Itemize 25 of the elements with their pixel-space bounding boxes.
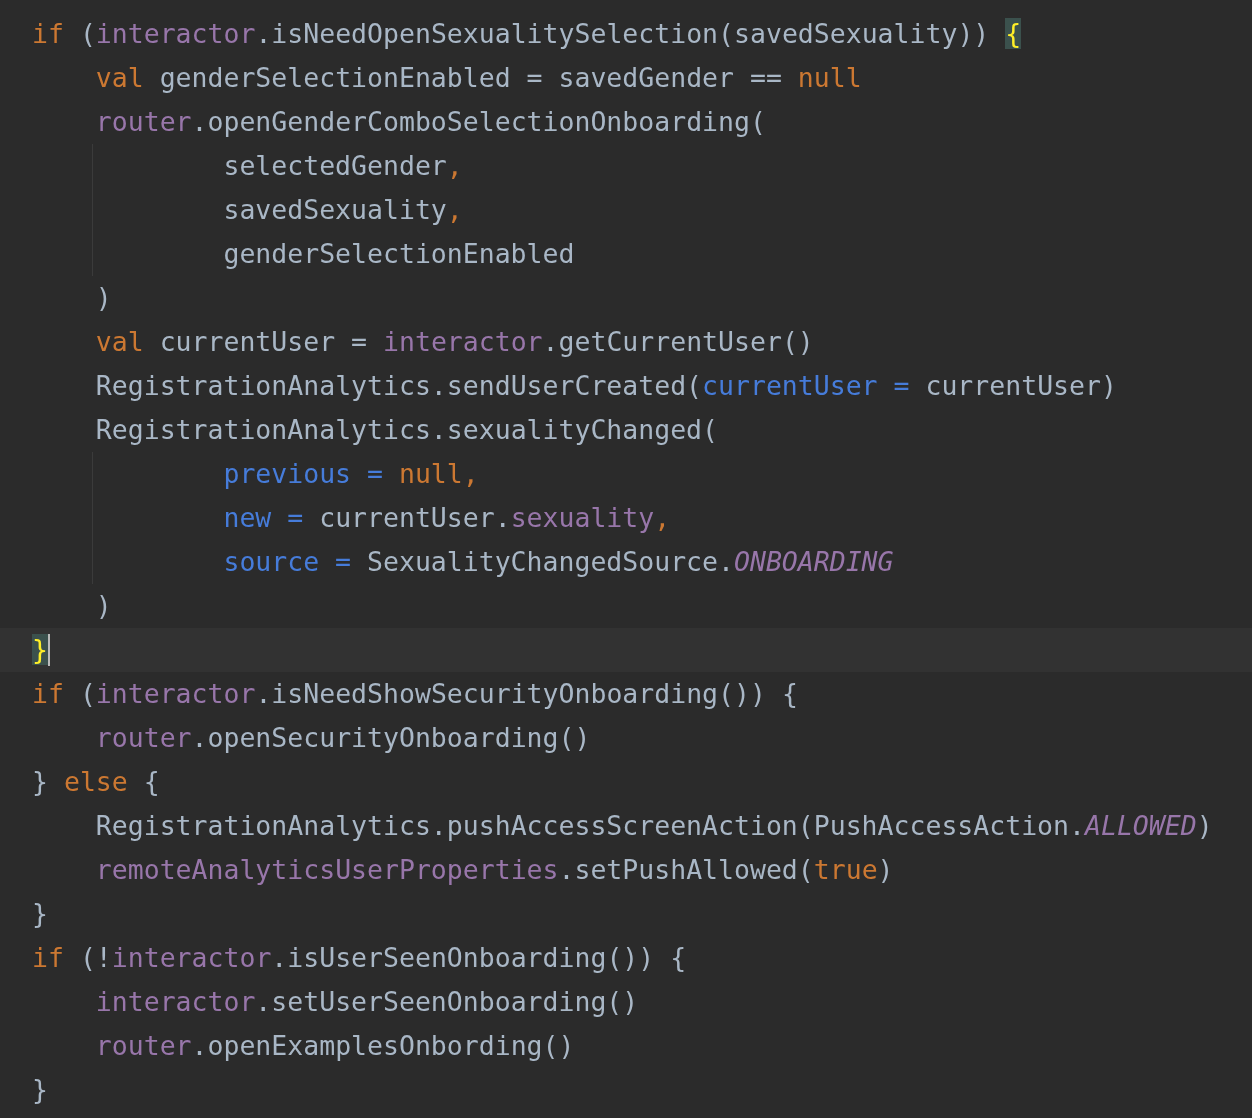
code-line: remoteAnalyticsUserProperties.setPushAllowed(true) [95, 853, 894, 887]
code-line: ) [95, 589, 112, 623]
code-line: RegistrationAnalytics.pushAccessScreenAction(PushAccessAction.ALLOWED) [95, 809, 1213, 843]
code-line: source = SexualityChangedSource.ONBOARDING [223, 545, 894, 579]
code-line: router.openExamplesOnbording() [95, 1029, 575, 1063]
code-line: } else { [32, 765, 160, 799]
text-cursor [47, 634, 50, 666]
code-line: router.openGenderComboSelectionOnboarding( [95, 105, 766, 139]
code-line: router.openSecurityOnboarding() [95, 721, 591, 755]
code-line: selectedGender, [223, 149, 463, 183]
code-line: interactor.setUserSeenOnboarding() [95, 985, 639, 1019]
code-line: val genderSelectionEnabled = savedGender == null [95, 61, 862, 95]
code-line: new = currentUser.sexuality, [223, 501, 671, 535]
code-line: RegistrationAnalytics.sexualityChanged( [95, 413, 719, 447]
code-line: if (!interactor.isUserSeenOnboarding()) { [32, 941, 687, 975]
code-line: previous = null, [223, 457, 479, 491]
code-line: genderSelectionEnabled [223, 237, 575, 271]
code-line: } [32, 897, 48, 931]
code-line: ) [95, 281, 112, 315]
code-line: val currentUser = interactor.getCurrentUser() [95, 325, 814, 359]
code-line: if (interactor.isNeedShowSecurityOnboarding()) { [32, 677, 798, 711]
code-line: savedSexuality, [223, 193, 463, 227]
code-line: RegistrationAnalytics.sendUserCreated(currentUser = currentUser) [95, 369, 1117, 403]
code-line: } [32, 1073, 48, 1107]
code-line: if (interactor.isNeedOpenSexualitySelection(savedSexuality)) { [32, 17, 1022, 51]
